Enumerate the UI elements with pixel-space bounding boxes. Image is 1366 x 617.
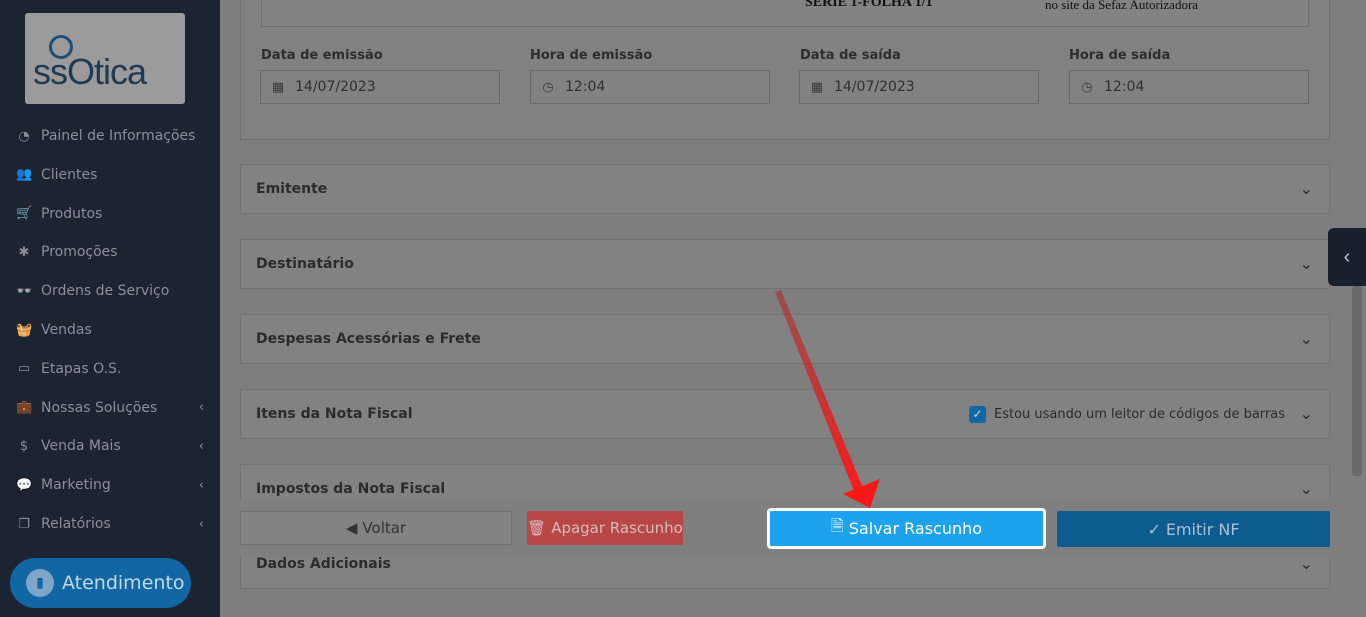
danfe-preview: SERIE 1-FOLHA 1/1 no site da Sefaz Autor… — [261, 0, 1309, 27]
glasses-icon: 👓 — [16, 283, 33, 299]
emitir-nf-button[interactable]: ✓ Emitir NF — [1057, 511, 1330, 547]
voltar-button[interactable]: ◀ Voltar — [240, 511, 512, 545]
side-panel-toggle[interactable]: ‹ — [1328, 228, 1366, 286]
chevron-down-icon: ⌄ — [1299, 181, 1313, 198]
sidebar-item-vendas[interactable]: 🧺 Vendas — [0, 312, 220, 348]
sidebar-item-label: Etapas O.S. — [41, 360, 122, 377]
section-emitente[interactable]: Emitente ⌄ — [240, 164, 1330, 214]
check-icon[interactable]: ✓ — [968, 405, 986, 423]
calendar-icon: ▦ — [271, 79, 285, 95]
section-destinatario[interactable]: Destinatário ⌄ — [240, 239, 1330, 289]
sidebar-item-label: Marketing — [41, 477, 111, 494]
sefaz-text: no site da Sefaz Autorizadora — [1045, 0, 1199, 12]
chevron-down-icon: ⌄ — [1299, 481, 1313, 498]
check-icon: ✓ — [1147, 519, 1161, 539]
chevron-left-icon: ‹ — [198, 477, 204, 493]
sidebar-item-relat-rios[interactable]: ❐ Relatórios ‹ — [0, 506, 220, 542]
apagar-rascunho-button[interactable]: 🗑 Apagar Rascunho — [527, 511, 683, 545]
chevron-down-icon: ⌄ — [1299, 256, 1313, 273]
sidebar: ssOtica ◔ Painel de Informações 👥 Clientes 🛒… — [0, 0, 220, 617]
data-saida-label: Data de saída — [800, 48, 901, 63]
file-icon: 🗎 — [830, 516, 844, 535]
hora-emissao-label: Hora de emissão — [530, 48, 653, 63]
data-saida-value: 14/07/2023 — [834, 79, 915, 95]
sidebar-item-label: Vendas — [41, 322, 92, 338]
sidebar-item-label: Produtos — [41, 205, 103, 222]
data-emissao-value: 14/07/2023 — [295, 79, 376, 95]
sidebar-item-label: Nossas Soluções — [41, 399, 158, 416]
hora-saida-value: 12:04 — [1104, 79, 1145, 95]
section-title: Impostos da Nota Fiscal — [256, 481, 446, 497]
sidebar-item-painel-de-informa-es[interactable]: ◔ Painel de Informações — [0, 118, 220, 154]
sidebar-item-label: Promoções — [41, 244, 118, 261]
hora-saida-label: Hora de saída — [1069, 48, 1171, 63]
barcode-checkbox[interactable]: ✓ Estou usando um leitor de códigos de b… — [968, 405, 1285, 423]
hora-saida-field[interactable]: ◷ 12:04 — [1069, 70, 1309, 104]
sidebar-item-ordens-de-servi-o[interactable]: 👓 Ordens de Serviço — [0, 273, 220, 309]
sidebar-item-label: Painel de Informações — [41, 128, 196, 144]
section-itens[interactable]: Itens da Nota Fiscal ✓ Estou usando um l… — [240, 389, 1330, 439]
chat-book-icon: ▮ — [26, 569, 54, 597]
chevron-left-icon: ‹ — [1343, 245, 1351, 268]
main-content: SERIE 1-FOLHA 1/1 no site da Sefaz Autor… — [220, 0, 1366, 617]
serie-text: SERIE 1-FOLHA 1/1 — [805, 0, 933, 10]
arrow-left-circle-icon: ◀ — [345, 519, 358, 537]
chevron-down-icon: ⌄ — [1299, 406, 1313, 423]
salvar-rascunho-button[interactable]: 🗎 Salvar Rascunho — [767, 508, 1046, 549]
trash-icon: 🗑 — [527, 519, 547, 537]
sidebar-item-produtos[interactable]: 🛒 Produtos — [0, 196, 220, 232]
basket-icon: 🧺 — [16, 322, 33, 338]
section-title: Despesas Acessórias e Frete — [256, 331, 481, 347]
section-title: Emitente — [256, 181, 328, 197]
barcode-label: Estou usando um leitor de códigos de bar… — [993, 406, 1285, 422]
hora-emissao-value: 12:04 — [565, 79, 606, 95]
chevron-left-icon: ‹ — [198, 516, 204, 532]
sidebar-item-label: Relatórios — [41, 516, 111, 532]
sidebar-item-nossas-solu-es[interactable]: 💼 Nossas Soluções ‹ — [0, 390, 220, 426]
clock-icon: ◷ — [1081, 79, 1093, 95]
chevron-down-icon: ⌄ — [1299, 331, 1313, 348]
data-saida-field[interactable]: ▦ 14/07/2023 — [799, 70, 1039, 104]
atendimento-label: Atendimento — [62, 572, 185, 594]
sidebar-item-venda-mais[interactable]: $ Venda Mais ‹ — [0, 428, 220, 464]
section-title: Destinatário — [256, 256, 354, 272]
clock-icon: ◷ — [542, 79, 554, 95]
chevron-left-icon: ‹ — [198, 438, 204, 454]
sidebar-item-label: Venda Mais — [41, 438, 121, 455]
logo-text: ssOtica — [33, 51, 147, 92]
apagar-label: Apagar Rascunho — [551, 519, 683, 537]
salvar-label: Salvar Rascunho — [848, 519, 983, 538]
sidebar-item-label: Ordens de Serviço — [41, 283, 170, 300]
sidebar-item-marketing[interactable]: 💬 Marketing ‹ — [0, 467, 220, 503]
atendimento-button[interactable]: ▮ Atendimento — [10, 558, 191, 608]
sidebar-item-clientes[interactable]: 👥 Clientes — [0, 157, 220, 193]
chevron-down-icon: ⌄ — [1299, 556, 1313, 573]
section-title: Itens da Nota Fiscal — [256, 406, 413, 422]
copy-icon: ❐ — [18, 516, 30, 532]
data-emissao-label: Data de emissão — [261, 48, 383, 63]
voltar-label: Voltar — [362, 519, 407, 537]
ssotica-logo[interactable]: ssOtica — [25, 13, 185, 104]
chevron-left-icon: ‹ — [198, 400, 204, 416]
dollar-icon: $ — [19, 438, 29, 454]
data-emissao-field[interactable]: ▦ 14/07/2023 — [260, 70, 500, 104]
sidebar-item-label: Clientes — [41, 166, 98, 183]
dashboard-icon: ◔ — [18, 128, 30, 144]
cart-icon: 🛒 — [16, 206, 33, 222]
calendar-icon: ▦ — [810, 79, 824, 95]
comments-icon: 💬 — [16, 477, 33, 493]
scrollbar-thumb[interactable] — [1352, 286, 1362, 476]
sidebar-item-promo-es[interactable]: ✱ Promoções — [0, 234, 220, 270]
users-icon: 👥 — [16, 167, 33, 183]
briefcase-icon: 💼 — [16, 400, 33, 416]
emitir-label: Emitir NF — [1165, 519, 1240, 539]
ticket-icon: ▭ — [17, 361, 31, 377]
asterisk-icon: ✱ — [18, 244, 30, 260]
hora-emissao-field[interactable]: ◷ 12:04 — [530, 70, 770, 104]
section-despesas[interactable]: Despesas Acessórias e Frete ⌄ — [240, 314, 1330, 364]
sidebar-item-etapas-o-s-[interactable]: ▭ Etapas O.S. — [0, 351, 220, 387]
section-title: Dados Adicionais — [256, 556, 391, 572]
